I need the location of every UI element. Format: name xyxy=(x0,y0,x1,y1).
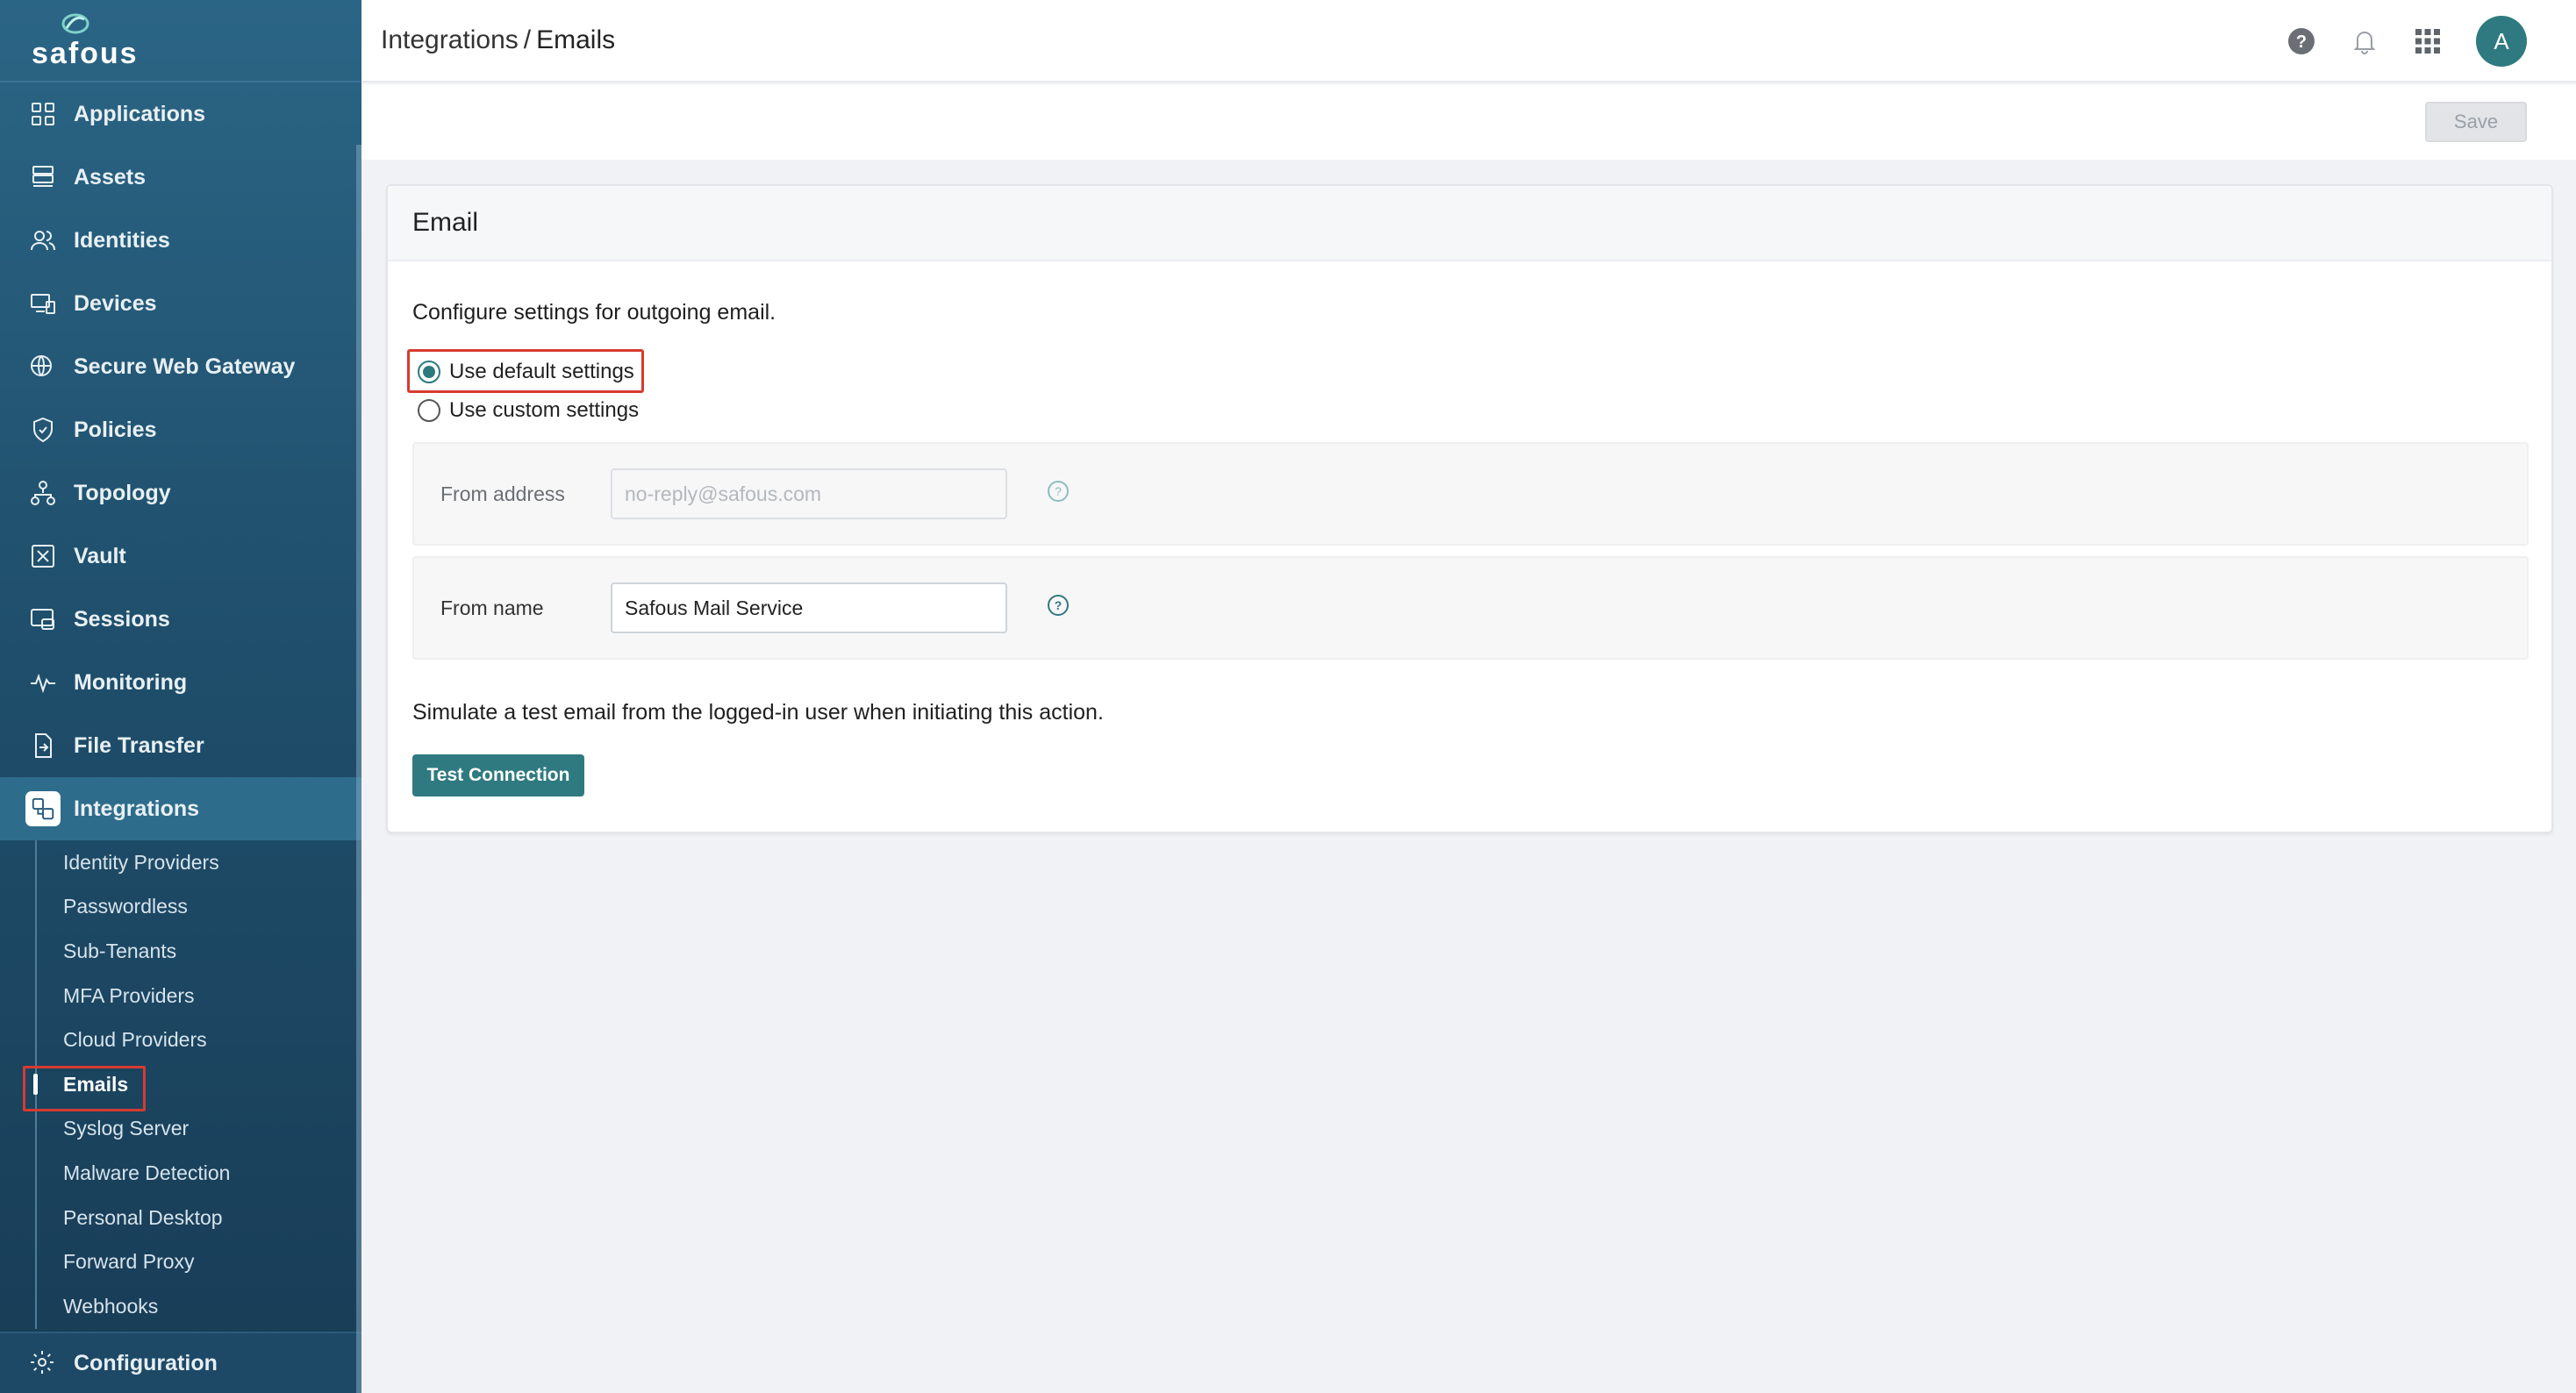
save-button[interactable]: Save xyxy=(2425,102,2527,142)
bell-icon[interactable] xyxy=(2350,26,2379,56)
vault-icon xyxy=(28,541,58,571)
sidebar-subitem-malware-detection[interactable]: Malware Detection xyxy=(37,1151,361,1196)
sidebar: safous Applications Assets Identities De… xyxy=(0,0,361,1393)
radio-button-unchecked[interactable] xyxy=(418,399,440,422)
sidebar-subitem-syslog-server[interactable]: Syslog Server xyxy=(37,1107,361,1152)
topology-icon xyxy=(28,478,58,508)
test-connection-button[interactable]: Test Connection xyxy=(412,754,584,797)
radio-use-custom[interactable]: Use custom settings xyxy=(418,398,639,423)
header-actions: ? A xyxy=(2286,16,2527,67)
from-address-input[interactable] xyxy=(611,468,1007,519)
gear-icon xyxy=(28,1348,58,1378)
sidebar-item-label: File Transfer xyxy=(74,732,204,758)
sidebar-item-assets[interactable]: Assets xyxy=(0,146,361,209)
pulse-icon xyxy=(28,668,58,697)
apps-grid-icon[interactable] xyxy=(2413,26,2443,56)
sidebar-item-label: Vault xyxy=(74,543,126,568)
sidebar-item-label: Identities xyxy=(74,227,170,253)
sidebar-item-identities[interactable]: Identities xyxy=(0,209,361,272)
sidebar-subitem-webhooks[interactable]: Webhooks xyxy=(37,1284,361,1329)
sidebar-subitem-forward-proxy[interactable]: Forward Proxy xyxy=(37,1239,361,1284)
logo-text: safous xyxy=(32,37,139,70)
from-name-row: From name ? xyxy=(412,556,2529,660)
radio-label: Use default settings xyxy=(449,360,634,383)
grid-icon xyxy=(28,99,58,129)
card-title: Email xyxy=(388,186,2551,261)
sidebar-item-label: Secure Web Gateway xyxy=(74,354,296,379)
sidebar-subitem-passwordless[interactable]: Passwordless xyxy=(37,885,361,930)
page-toolbar: Save xyxy=(361,84,2576,160)
file-transfer-icon xyxy=(28,731,58,761)
from-address-row: From address ? xyxy=(412,442,2529,546)
sidebar-item-topology[interactable]: Topology xyxy=(0,461,361,525)
breadcrumb-current: Emails xyxy=(536,25,616,54)
help-circle-icon[interactable]: ? xyxy=(1046,479,1070,504)
sidebar-subitem-personal-desktop[interactable]: Personal Desktop xyxy=(37,1196,361,1240)
svg-text:?: ? xyxy=(1055,484,1062,498)
sidebar-item-label: Integrations xyxy=(74,796,200,821)
sidebar-item-configuration[interactable]: Configuration xyxy=(0,1332,361,1393)
help-icon[interactable]: ? xyxy=(2286,26,2316,56)
users-icon xyxy=(28,225,58,255)
sidebar-item-label: Topology xyxy=(74,480,171,505)
integrations-icon xyxy=(25,791,61,826)
top-header: Integrations / Emails ? A xyxy=(361,0,2576,82)
sidebar-subitem-identity-providers[interactable]: Identity Providers xyxy=(37,840,361,885)
sidebar-item-vault[interactable]: Vault xyxy=(0,525,361,588)
from-name-input[interactable] xyxy=(611,582,1007,633)
radio-label: Use custom settings xyxy=(449,398,640,422)
sidebar-item-policies[interactable]: Policies xyxy=(0,398,361,461)
card-description: Configure settings for outgoing email. xyxy=(412,300,776,325)
sidebar-item-label: Policies xyxy=(74,417,157,442)
sidebar-item-sessions[interactable]: Sessions xyxy=(0,588,361,651)
svg-text:?: ? xyxy=(1055,598,1063,612)
radio-button-checked[interactable] xyxy=(418,361,440,383)
sidebar-item-integrations[interactable]: Integrations xyxy=(0,777,361,840)
emails-highlight-box xyxy=(23,1066,146,1111)
radio-use-default[interactable]: Use default settings xyxy=(418,360,634,384)
sidebar-nav: Applications Assets Identities Devices S… xyxy=(0,82,361,840)
sidebar-item-file-transfer[interactable]: File Transfer xyxy=(0,714,361,777)
sidebar-item-label: Monitoring xyxy=(74,669,188,695)
email-settings-card: Email Configure settings for outgoing em… xyxy=(386,184,2553,833)
sidebar-subitem-cloud-providers[interactable]: Cloud Providers xyxy=(37,1018,361,1062)
help-circle-icon[interactable]: ? xyxy=(1046,593,1070,618)
from-address-label: From address xyxy=(440,482,565,505)
safous-logo[interactable]: safous xyxy=(0,0,361,82)
sidebar-item-monitoring[interactable]: Monitoring xyxy=(0,651,361,714)
globe-shield-icon xyxy=(28,352,58,382)
breadcrumb-separator: / xyxy=(523,25,532,54)
sidebar-item-label: Devices xyxy=(74,290,157,316)
sidebar-scrollbar[interactable] xyxy=(356,145,361,1393)
sidebar-subitem-sub-tenants[interactable]: Sub-Tenants xyxy=(37,929,361,974)
sidebar-item-secure-web-gateway[interactable]: Secure Web Gateway xyxy=(0,335,361,398)
sidebar-item-label: Applications xyxy=(74,101,206,126)
sidebar-item-devices[interactable]: Devices xyxy=(0,272,361,335)
sidebar-item-label: Sessions xyxy=(74,606,170,632)
breadcrumb: Integrations / Emails xyxy=(381,25,615,55)
devices-icon xyxy=(28,289,58,318)
test-description: Simulate a test email from the logged-in… xyxy=(412,700,1104,725)
breadcrumb-parent[interactable]: Integrations xyxy=(381,25,519,54)
sidebar-subitem-mfa-providers[interactable]: MFA Providers xyxy=(37,974,361,1018)
avatar[interactable]: A xyxy=(2476,16,2527,67)
sidebar-item-label: Assets xyxy=(74,164,146,189)
server-icon xyxy=(28,162,58,192)
from-name-label: From name xyxy=(440,596,544,619)
logo-mark-icon xyxy=(61,13,89,34)
sidebar-item-applications[interactable]: Applications xyxy=(0,82,361,146)
sidebar-item-label: Configuration xyxy=(74,1350,218,1375)
shield-icon xyxy=(28,415,58,445)
svg-text:?: ? xyxy=(2296,32,2307,52)
sessions-icon xyxy=(28,604,58,634)
